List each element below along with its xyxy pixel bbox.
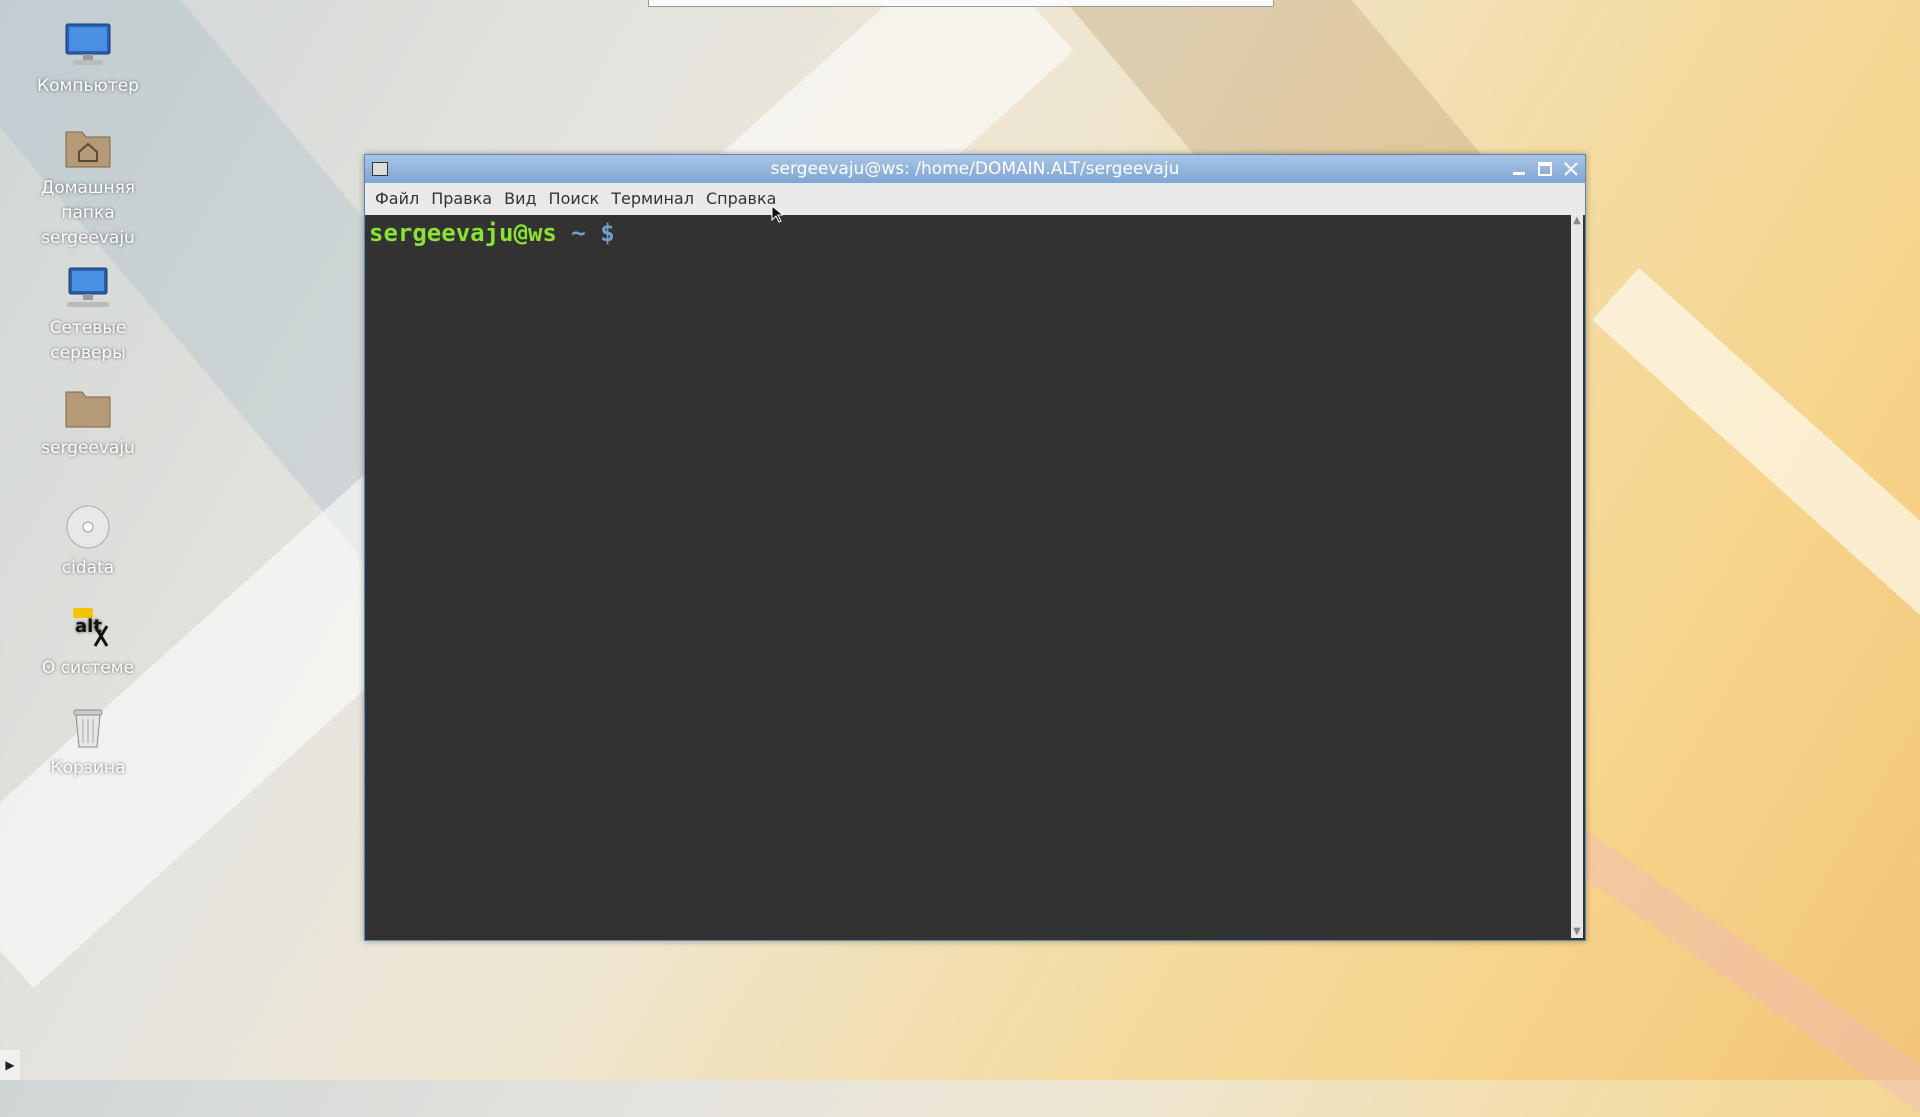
prompt-user-host: sergeevaju@ws: [369, 219, 557, 247]
window-title: sergeevaju@ws: /home/DOMAIN.ALT/sergeeva…: [770, 159, 1180, 179]
terminal-scrollbar[interactable]: ▲ ▼: [1571, 215, 1583, 938]
home-folder-icon: [63, 122, 113, 172]
desktop-icon-about[interactable]: alt О системе: [18, 602, 158, 681]
desktop-icon-label: cidata: [61, 558, 115, 578]
top-panel-edge: [648, 0, 1274, 7]
terminal-area[interactable]: sergeevaju@ws ~ $: [367, 215, 1569, 938]
mouse-cursor-icon: [771, 205, 783, 223]
prompt-symbol: $: [600, 219, 615, 247]
desktop-icon-label: О системе: [41, 658, 135, 678]
desktop-icon-label: sergeevaju: [41, 438, 135, 458]
minimize-button[interactable]: [1507, 157, 1531, 181]
scroll-down-icon[interactable]: ▼: [1571, 926, 1583, 938]
panel-expand-button[interactable]: ▶: [0, 1050, 20, 1080]
desktop-icon-label: Домашняя папка sergeevaju: [40, 178, 136, 248]
menu-file[interactable]: Файл: [369, 183, 425, 215]
close-icon: [1564, 162, 1578, 176]
desktop-icon-label: Корзина: [50, 758, 126, 778]
trash-icon: [63, 702, 113, 752]
cd-drive-icon: [63, 502, 113, 552]
minimize-icon: [1513, 172, 1525, 175]
desktop-icon-label: Компьютер: [37, 76, 139, 96]
desktop-icon-user-folder[interactable]: sergeevaju: [18, 382, 158, 461]
menu-search[interactable]: Поиск: [543, 183, 606, 215]
close-button[interactable]: [1559, 157, 1583, 181]
scroll-up-icon[interactable]: ▲: [1571, 215, 1583, 227]
computer-icon: [63, 20, 113, 70]
desktop-icon-label: Сетевые серверы: [49, 318, 127, 363]
desktop-icon-computer[interactable]: Компьютер: [18, 20, 158, 99]
desktop-icon-cidata[interactable]: cidata: [18, 502, 158, 581]
menu-view[interactable]: Вид: [498, 183, 542, 215]
prompt-path: ~: [571, 219, 586, 247]
alt-logo-icon: alt: [63, 602, 113, 652]
desktop-icon-trash[interactable]: Корзина: [18, 702, 158, 781]
menu-terminal[interactable]: Терминал: [605, 183, 700, 215]
wallpaper-stripe: [1592, 267, 1920, 923]
desktop-icon-home[interactable]: Домашняя папка sergeevaju: [18, 122, 158, 251]
window-titlebar[interactable]: sergeevaju@ws: /home/DOMAIN.ALT/sergeeva…: [365, 155, 1585, 183]
arrow-right-icon: ▶: [5, 1058, 15, 1072]
maximize-button[interactable]: [1533, 157, 1557, 181]
menu-bar: Файл Правка Вид Поиск Терминал Справка: [365, 183, 1585, 215]
terminal-window[interactable]: sergeevaju@ws: /home/DOMAIN.ALT/sergeeva…: [364, 154, 1586, 941]
maximize-icon: [1538, 162, 1552, 176]
shell-prompt: sergeevaju@ws ~ $: [369, 219, 615, 247]
folder-icon: [63, 382, 113, 432]
desktop-icon-network[interactable]: Сетевые серверы: [18, 262, 158, 366]
menu-edit[interactable]: Правка: [425, 183, 498, 215]
network-servers-icon: [63, 262, 113, 312]
